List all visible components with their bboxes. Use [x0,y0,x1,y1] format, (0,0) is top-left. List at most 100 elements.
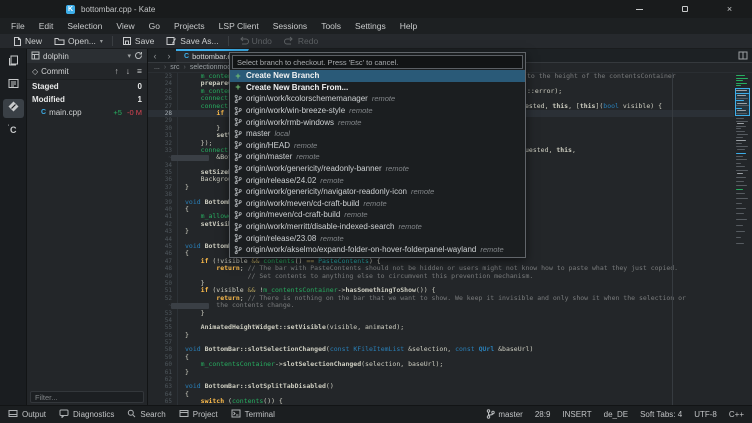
branch-icon [234,198,242,208]
line-number: 57 [164,339,172,347]
menu-lsp-client[interactable]: LSP Client [212,18,266,34]
branch-name: origin/work/win-breeze-style [246,106,346,116]
minimap-mark [736,97,748,99]
code-line: 49 // Set contents to anything else to c… [148,272,734,280]
syntax-mode[interactable]: C++ [729,410,744,419]
branch-item[interactable]: origin/HEAD remote [230,140,525,152]
staged-group-row[interactable]: Staged 0 [27,80,147,93]
create-branch-item[interactable]: + Create New Branch [230,70,525,82]
branch-item[interactable]: origin/work/genericity/navigator-readonl… [230,186,525,198]
keyboard-layout[interactable]: de_DE [604,410,628,419]
encoding[interactable]: UTF-8 [694,410,717,419]
branch-item[interactable]: origin/work/kcolorschememanager remote [230,93,525,105]
branch-search-input[interactable] [232,55,523,69]
branch-item[interactable]: origin/release/24.02 remote [230,174,525,186]
branch-item[interactable]: origin/meven/cd-craft-build remote [230,209,525,221]
minimap-mark [736,75,745,77]
branch-name: origin/work/genericity/navigator-readonl… [246,187,407,197]
menubar: File Edit Selection View Go Projects LSP Clien… [0,18,752,34]
line-number: 45 [164,242,172,250]
open-button[interactable]: Open... ▾ [48,35,109,48]
split-view-icon[interactable] [738,47,748,65]
minimap-mark [736,159,747,161]
menu-edit[interactable]: Edit [32,18,61,34]
project-selector[interactable]: dolphin ▾ [27,49,147,63]
filter-input[interactable] [30,391,144,403]
branch-checkout-popup: + Create New Branch + Create New Branch Fro… [229,52,526,258]
minimap-mark [736,219,747,221]
sidebar-tool-symbols[interactable]: C ' [3,122,24,141]
create-branch-item[interactable]: + Create New Branch From... [230,82,525,94]
branch-item[interactable]: origin/work/akselmo/expand-folder-on-hov… [230,244,525,256]
undo-button[interactable]: Undo [232,35,278,48]
new-button[interactable]: New [6,35,48,48]
menu-tools[interactable]: Tools [314,18,348,34]
chevron-down-icon[interactable]: ▾ [127,52,131,60]
branch-item[interactable]: origin/master remote [230,151,525,163]
input-mode[interactable]: INSERT [562,410,591,419]
maximize-icon [681,6,688,12]
window-controls: × [617,0,752,18]
sidebar-tool-git[interactable] [2,99,24,118]
tab-settings[interactable]: Soft Tabs: 4 [640,410,682,419]
line-number: 59 [164,353,172,361]
branch-item[interactable]: master local [230,128,525,140]
menu-file[interactable]: File [4,18,32,34]
maximize-button[interactable] [662,0,707,18]
line-number: 38 [164,191,172,199]
toolbar: New Open... ▾ Save Save As... Undo Redo [0,34,752,49]
code-line: 55 AnimatedHeightWidget::setVisible(visi… [148,324,734,332]
cursor-position[interactable]: 28:9 [535,410,551,419]
git-push-button[interactable]: ↑ [115,66,119,76]
toolview-search-button[interactable]: Search [127,409,166,420]
minimap-mark [736,112,747,114]
saveas-button[interactable]: Save As... [160,35,224,48]
line-number: ~ [148,302,172,309]
branch-item[interactable]: origin/work/merritt/disable-indexed-sear… [230,221,525,233]
menu-selection[interactable]: Selection [60,18,109,34]
git-menu-button[interactable]: ≡ [137,66,142,76]
minimize-icon [636,8,643,10]
modified-file-row[interactable]: C main.cpp +5 -0 M [27,106,147,119]
branch-item[interactable]: origin/work/rmb-windows remote [230,116,525,128]
branch-item[interactable]: origin/work/genericity/readonly-banner re… [230,163,525,175]
minimize-button[interactable] [617,0,662,18]
redo-button[interactable]: Redo [278,35,324,48]
line-number: 46 [164,250,172,258]
history-forward-button[interactable]: › [162,49,176,62]
minimap-mark [736,193,745,195]
modified-group-row[interactable]: Modified 1 [27,93,147,106]
branch-item[interactable]: origin/release/23.08 remote [230,232,525,244]
menu-sessions[interactable]: Sessions [266,18,315,34]
line-number: 47 [164,257,172,265]
minimap-scrollbar[interactable] [735,73,750,405]
history-back-button[interactable]: ‹ [148,49,162,62]
close-button[interactable]: × [707,0,752,18]
line-number: 53 [164,309,172,317]
git-pull-button[interactable]: ↓ [126,66,130,76]
sidebar-tool-filesystem[interactable] [3,76,24,95]
menu-help[interactable]: Help [393,18,424,34]
filesystem-icon [7,77,20,95]
minimap-mark [736,85,741,87]
minimap-mark [736,143,742,145]
breadcrumb-item[interactable]: ... [154,64,160,71]
toolview-terminal-button[interactable]: Terminal [231,409,275,420]
line-number: 54 [164,316,172,324]
branch-item[interactable]: origin/work/win-breeze-style remote [230,105,525,117]
branch-item[interactable]: origin/work/meven/cd-craft-build remote [230,198,525,210]
refresh-icon[interactable] [134,47,143,65]
toolview-output-button[interactable]: Output [8,409,46,420]
sidebar-tool-documents[interactable] [3,53,24,72]
git-branch-indicator[interactable]: master [486,408,523,421]
breadcrumb-item[interactable]: src [170,64,179,71]
toolview-diagnostics-button[interactable]: Diagnostics [59,409,114,420]
minimap-mark [736,92,749,94]
toolview-project-button[interactable]: Project [179,409,218,420]
commit-button[interactable]: ◇ Commit [32,67,69,76]
save-button[interactable]: Save [116,35,160,48]
menu-go[interactable]: Go [142,18,167,34]
menu-view[interactable]: View [109,18,141,34]
menu-projects[interactable]: Projects [167,18,212,34]
menu-settings[interactable]: Settings [348,18,393,34]
